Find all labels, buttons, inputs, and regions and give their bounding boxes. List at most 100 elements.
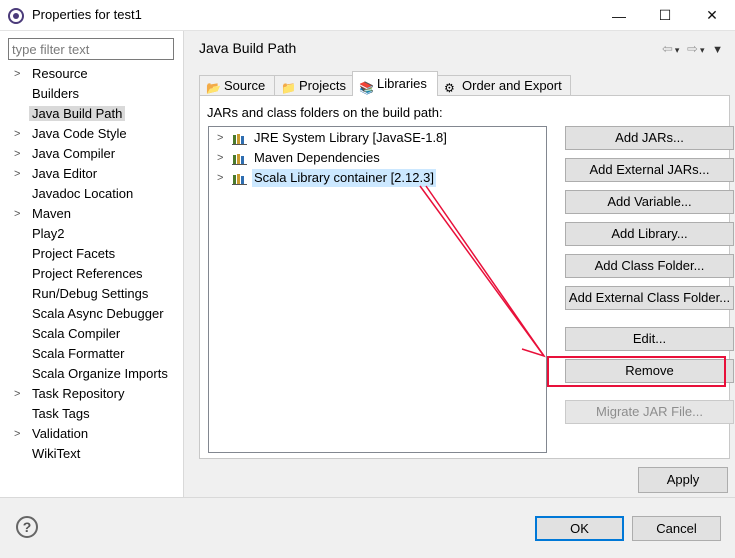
chevron-right-icon[interactable]: > <box>14 384 20 404</box>
sidebar-item-play2[interactable]: Play2 <box>0 224 184 244</box>
libraries-panel: JARs and class folders on the build path… <box>199 95 734 459</box>
add-external-class-folder-button[interactable]: Add External Class Folder... <box>565 286 734 310</box>
tab-libraries[interactable]: 📚 Libraries <box>352 71 438 96</box>
tab-label: Projects <box>299 78 346 93</box>
chevron-right-icon[interactable]: > <box>14 144 20 164</box>
sidebar-item-label: Maven <box>32 206 72 221</box>
edit-button[interactable]: Edit... <box>565 327 734 351</box>
library-icon <box>232 154 247 165</box>
sidebar-item-task-repository[interactable]: > Task Repository <box>0 384 184 404</box>
sidebar-item-builders[interactable]: Builders <box>0 84 184 104</box>
sidebar-item-label: Task Tags <box>32 406 90 421</box>
sidebar-item-java-build-path[interactable]: Java Build Path <box>0 104 184 124</box>
tab-projects[interactable]: 📁 Projects <box>274 75 353 96</box>
sidebar-item-scala-async-debugger[interactable]: Scala Async Debugger <box>0 304 184 324</box>
tree-item-label: Maven Dependencies <box>254 150 380 165</box>
sidebar-item-resource[interactable]: > Resource <box>0 64 184 84</box>
sidebar-item-wikitext[interactable]: WikiText <box>0 444 184 464</box>
history-navigation: ⇦▾ ⇨▾ ▼ <box>662 41 725 57</box>
tab-label: Libraries <box>377 76 427 91</box>
sidebar-item-label: Builders <box>32 86 79 101</box>
sidebar-item-java-editor[interactable]: > Java Editor <box>0 164 184 184</box>
sidebar-item-label: WikiText <box>32 446 81 461</box>
sidebar-item-label: Play2 <box>32 226 65 241</box>
sidebar-item-java-code-style[interactable]: > Java Code Style <box>0 124 184 144</box>
add-class-folder-button[interactable]: Add Class Folder... <box>565 254 734 278</box>
title-bar: Properties for test1 — ☐ ✕ <box>0 0 735 31</box>
sidebar-item-label: Scala Formatter <box>32 346 125 361</box>
nav-list: > Resource Builders Java Build Path > Java… <box>0 64 184 464</box>
close-button[interactable]: ✕ <box>689 0 735 31</box>
tree-item-label: JRE System Library [JavaSE-1.8] <box>254 130 447 145</box>
panel-label: JARs and class folders on the build path… <box>207 105 443 120</box>
sidebar-item-label: Scala Compiler <box>32 326 121 341</box>
sidebar-item-run-debug-settings[interactable]: Run/Debug Settings <box>0 284 184 304</box>
chevron-right-icon[interactable]: > <box>217 129 223 147</box>
eclipse-icon <box>8 8 24 24</box>
chevron-right-icon[interactable]: > <box>14 204 20 224</box>
tab-order-and-export[interactable]: ⚙ Order and Export <box>437 75 571 96</box>
window-title: Properties for test1 <box>32 7 142 22</box>
remove-button[interactable]: Remove <box>565 359 734 383</box>
tree-item-jre-system-library[interactable]: > JRE System Library [JavaSE-1.8] <box>209 129 546 149</box>
page-title: Java Build Path <box>199 40 297 56</box>
filter-input[interactable] <box>8 38 174 60</box>
sidebar-item-scala-organize-imports[interactable]: Scala Organize Imports <box>0 364 184 384</box>
minimize-button[interactable]: — <box>596 0 642 31</box>
sidebar-item-label: Java Build Path <box>29 106 126 121</box>
sidebar-item-label: Java Compiler <box>32 146 116 161</box>
sidebar-item-project-facets[interactable]: Project Facets <box>0 244 184 264</box>
sidebar-item-label: Task Repository <box>32 386 125 401</box>
migrate-jar-file-button[interactable]: Migrate JAR File... <box>565 400 734 424</box>
sidebar-item-label: Scala Organize Imports <box>32 366 168 381</box>
sidebar-item-label: Project References <box>32 266 143 281</box>
sidebar-item-label: Javadoc Location <box>32 186 134 201</box>
sidebar-item-project-references[interactable]: Project References <box>0 264 184 284</box>
add-library-button[interactable]: Add Library... <box>565 222 734 246</box>
tree-item-scala-library-container[interactable]: > Scala Library container [2.12.3] <box>209 169 546 189</box>
tab-label: Order and Export <box>462 78 562 93</box>
library-icon <box>232 174 247 185</box>
add-jars-button[interactable]: Add JARs... <box>565 126 734 150</box>
chevron-right-icon[interactable]: > <box>14 164 20 184</box>
cancel-button[interactable]: Cancel <box>632 516 721 541</box>
help-icon[interactable]: ? <box>16 516 38 538</box>
add-variable-button[interactable]: Add Variable... <box>565 190 734 214</box>
tab-source[interactable]: 📂 Source <box>199 75 275 96</box>
sidebar-item-task-tags[interactable]: Task Tags <box>0 404 184 424</box>
sidebar-item-label: Run/Debug Settings <box>32 286 149 301</box>
sidebar: > Resource Builders Java Build Path > Java… <box>0 31 184 497</box>
sidebar-item-label: Validation <box>32 426 89 441</box>
sidebar-item-scala-formatter[interactable]: Scala Formatter <box>0 344 184 364</box>
sidebar-item-label: Project Facets <box>32 246 116 261</box>
sidebar-item-label: Scala Async Debugger <box>32 306 164 321</box>
sidebar-item-validation[interactable]: > Validation <box>0 424 184 444</box>
back-dropdown-icon[interactable]: ▾ <box>675 45 682 55</box>
chevron-right-icon[interactable]: > <box>14 424 20 444</box>
maximize-button[interactable]: ☐ <box>642 0 688 31</box>
chevron-right-icon[interactable]: > <box>217 149 223 167</box>
library-tree[interactable]: > JRE System Library [JavaSE-1.8] > Mave… <box>208 126 547 453</box>
forward-dropdown-icon[interactable]: ▾ <box>700 45 707 55</box>
tab-label: Source <box>224 78 266 93</box>
forward-arrow-icon[interactable]: ⇨ <box>687 41 700 56</box>
ok-button[interactable]: OK <box>535 516 624 541</box>
sidebar-item-maven[interactable]: > Maven <box>0 204 184 224</box>
chevron-right-icon[interactable]: > <box>217 169 223 187</box>
view-menu-icon[interactable]: ▼ <box>712 44 725 56</box>
sidebar-item-label: Java Code Style <box>32 126 127 141</box>
back-arrow-icon[interactable]: ⇦ <box>662 41 675 56</box>
sidebar-item-label: Java Editor <box>32 166 98 181</box>
chevron-right-icon[interactable]: > <box>14 124 20 144</box>
apply-button[interactable]: Apply <box>638 467 728 493</box>
sidebar-item-java-compiler[interactable]: > Java Compiler <box>0 144 184 164</box>
chevron-right-icon[interactable]: > <box>14 64 20 84</box>
main-pane: Java Build Path ⇦▾ ⇨▾ ▼ 📂 Source 📁 Project… <box>185 31 735 497</box>
library-icon: 📚 <box>359 81 374 95</box>
sidebar-item-scala-compiler[interactable]: Scala Compiler <box>0 324 184 344</box>
add-external-jars-button[interactable]: Add External JARs... <box>565 158 734 182</box>
tree-item-label: Scala Library container [2.12.3] <box>252 169 436 187</box>
library-icon <box>232 134 247 145</box>
tree-item-maven-dependencies[interactable]: > Maven Dependencies <box>209 149 546 169</box>
sidebar-item-javadoc-location[interactable]: Javadoc Location <box>0 184 184 204</box>
